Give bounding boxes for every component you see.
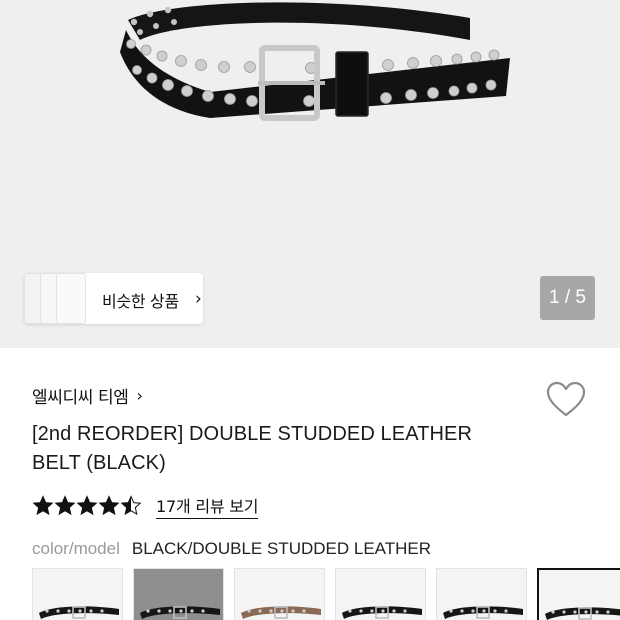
similar-products-button[interactable]: 비슷한 상품 ›: [24, 273, 203, 324]
color-swatch-black-studded-selected[interactable]: [537, 568, 620, 620]
similar-products-thumbnails: [24, 273, 86, 324]
option-row: color/model BLACK/DOUBLE STUDDED LEATHER: [32, 539, 431, 559]
star-half-icon: [120, 495, 142, 516]
color-swatch-list: [32, 568, 620, 620]
chevron-right-icon: ›: [195, 289, 202, 309]
reviews-link[interactable]: 17개 리뷰 보기: [156, 493, 259, 519]
product-title-line: [2nd REORDER] DOUBLE STUDDED LEATHER: [32, 423, 472, 445]
image-pager-indicator: 1 / 5: [540, 276, 595, 320]
option-value: BLACK/DOUBLE STUDDED LEATHER: [131, 539, 432, 558]
swatch-belt-image: [443, 606, 523, 619]
star-full-icon: [76, 495, 98, 516]
heart-icon[interactable]: [546, 381, 586, 419]
similar-products-label: 비슷한 상품: [102, 292, 179, 311]
rating-row: 17개 리뷰 보기: [32, 492, 259, 520]
similar-thumb: [56, 273, 86, 324]
brand-name: 엘씨디씨 티엠: [32, 388, 129, 408]
color-swatch-grey-background-variant[interactable]: [133, 568, 224, 620]
star-full-icon: [32, 495, 54, 516]
swatch-belt-image: [342, 606, 422, 619]
product-title-line: BELT (BLACK): [32, 452, 166, 474]
star-full-icon: [98, 495, 120, 516]
option-label: color/model: [32, 539, 120, 558]
swatch-belt-image: [241, 606, 321, 619]
star-rating: [32, 495, 142, 517]
swatch-belt-image: [140, 606, 220, 619]
color-swatch-black-studded-3[interactable]: [436, 568, 527, 620]
product-title: [2nd REORDER] DOUBLE STUDDED LEATHER BEL…: [32, 420, 532, 478]
swatch-belt-image: [39, 606, 119, 619]
brand-link[interactable]: 엘씨디씨 티엠 ›: [32, 383, 143, 408]
star-full-icon: [54, 495, 76, 516]
product-image-gallery[interactable]: 비슷한 상품 › 1 / 5: [0, 0, 620, 348]
swatch-belt-image: [545, 607, 620, 620]
color-swatch-brown-studded[interactable]: [234, 568, 325, 620]
color-swatch-black-studded-2[interactable]: [335, 568, 426, 620]
chevron-right-icon: ›: [136, 386, 143, 405]
color-swatch-black-double-studded[interactable]: [32, 568, 123, 620]
